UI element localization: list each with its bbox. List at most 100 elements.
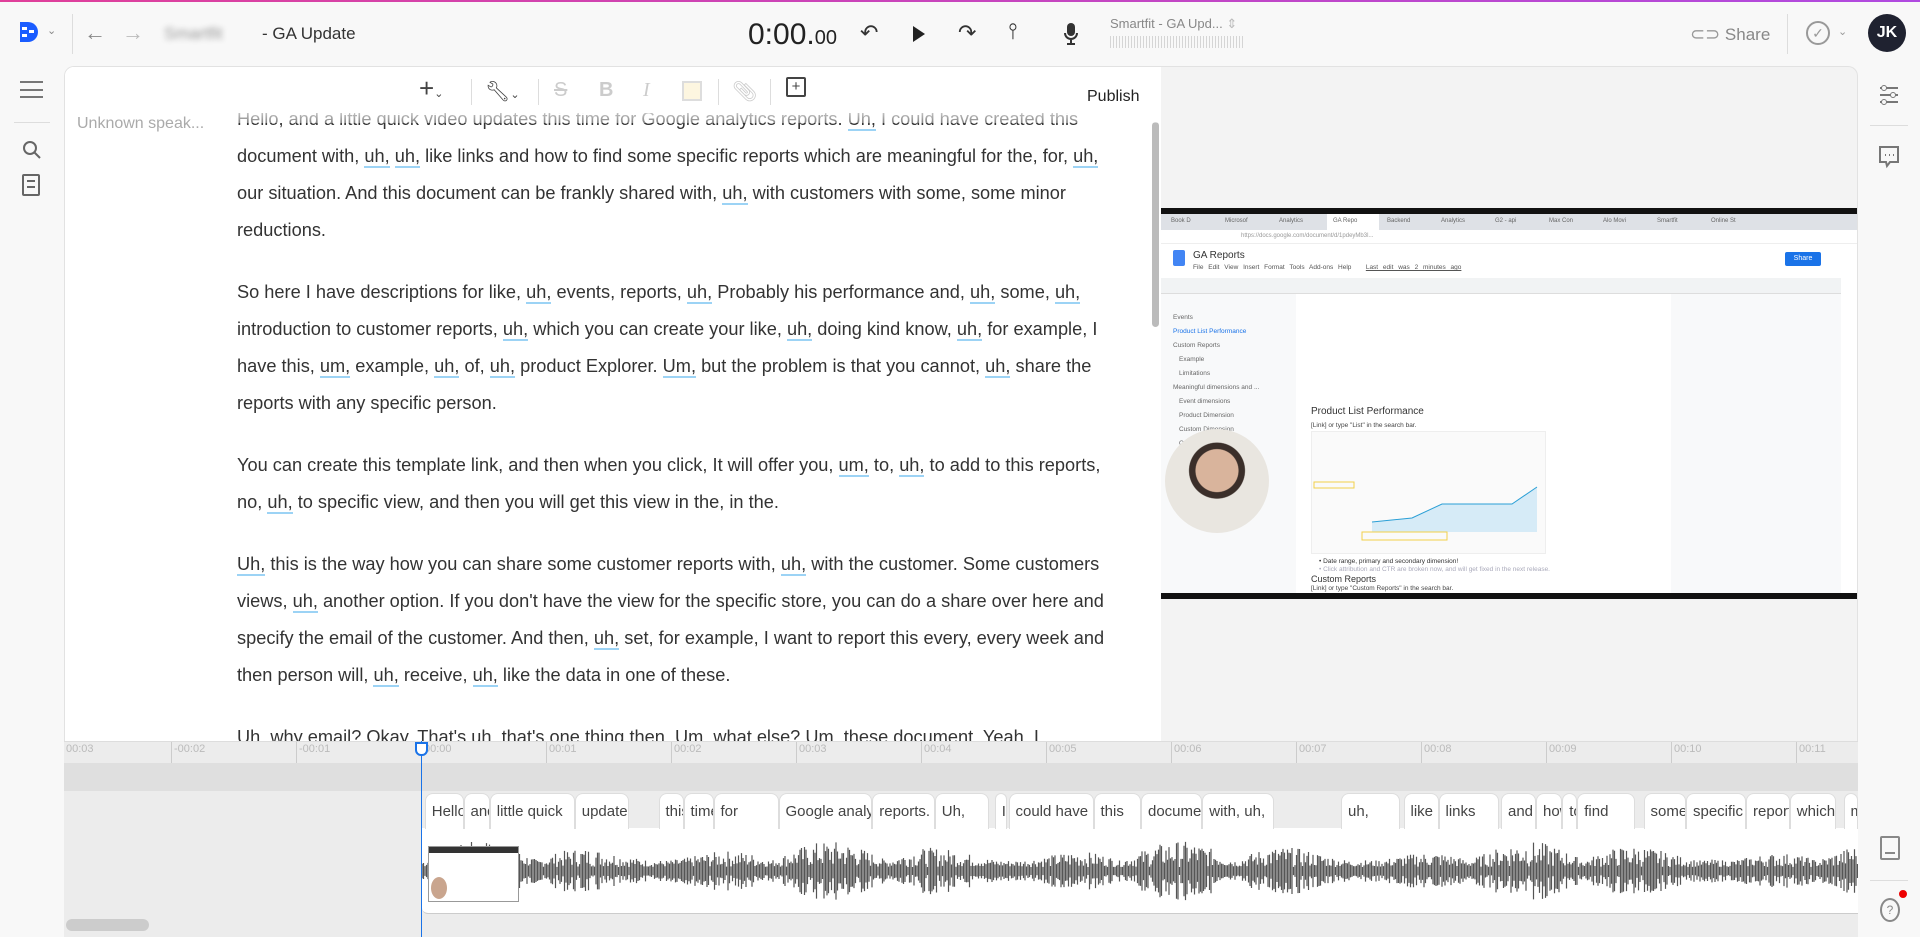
word-chip[interactable]: some <box>1643 793 1686 829</box>
project-selector[interactable]: Smartfit - GA Upd... ⇕ <box>1110 16 1237 32</box>
word-chip[interactable]: Uh, <box>934 793 989 829</box>
avatar[interactable]: JK <box>1868 14 1906 52</box>
transcript-paragraph[interactable]: Uh, why email? Okay. That's uh, that's o… <box>237 719 1107 741</box>
filler-word[interactable]: Um, <box>662 356 697 378</box>
filler-word[interactable]: uh, <box>970 282 996 304</box>
word-chip[interactable]: with, uh, <box>1202 793 1274 829</box>
transcript-segment[interactable]: events, reports, <box>551 282 686 302</box>
word-chip[interactable]: meaningful <box>1843 793 1858 829</box>
transcript-segment[interactable]: this is the way how you can share some c… <box>265 554 781 574</box>
transcript-segment[interactable]: like links and how to find some specific… <box>420 146 1073 166</box>
filler-word[interactable]: uh, <box>434 356 460 378</box>
add-comment-icon[interactable]: + <box>786 77 806 97</box>
filler-word[interactable]: uh, <box>1073 146 1099 168</box>
transcript-paragraph[interactable]: Hello, and a little quick video updates … <box>237 103 1107 249</box>
transcript-segment[interactable]: like the data in one of these. <box>498 665 731 685</box>
word-chip[interactable]: and <box>463 793 490 829</box>
word-chip[interactable]: document <box>1141 793 1203 829</box>
transcript-segment[interactable]: So here I have descriptions for like, <box>237 282 526 302</box>
filler-word[interactable]: uh, <box>364 146 390 168</box>
filler-word[interactable]: uh, <box>472 665 498 687</box>
filler-word[interactable]: uh, <box>502 319 529 341</box>
mic-icon[interactable] <box>1063 22 1079 51</box>
filler-word[interactable]: uh, <box>489 356 516 378</box>
time-ruler[interactable]: 00:03 -00:02 -00:01 00:00 00:01 00:02 00:03 00:… <box>64 741 1858 764</box>
timeline-scrollbar[interactable] <box>66 919 149 931</box>
word-chip[interactable]: could have <box>1008 793 1094 829</box>
video-preview[interactable]: Book D Microsof Analytics GA Repo Backend Ana… <box>1161 208 1857 599</box>
word-chip[interactable]: I <box>994 793 1008 829</box>
transcript-scroll-area[interactable]: Unknown speak... Hello, and a little qui… <box>65 103 1161 741</box>
menu-icon[interactable] <box>20 81 43 98</box>
transcript-segment[interactable]: example, <box>350 356 434 376</box>
playhead[interactable] <box>421 741 422 937</box>
transcript-segment[interactable]: to specific view, and then you will get … <box>293 492 779 512</box>
transcript-segment[interactable]: but the problem is that you cannot, <box>696 356 985 376</box>
word-chip[interactable]: specific <box>1686 793 1746 829</box>
help-icon[interactable]: ? <box>1880 898 1900 922</box>
filler-word[interactable]: uh, <box>292 591 318 613</box>
word-chip[interactable]: this <box>658 793 684 829</box>
transcript-segment[interactable]: doing kind know, <box>812 319 957 339</box>
filler-word[interactable]: uh, <box>786 319 813 341</box>
arrow-left-icon[interactable]: ← <box>84 22 106 44</box>
transcript-segment[interactable]: introduction to customer reports, <box>237 319 503 339</box>
word-chip[interactable]: reports <box>1746 793 1790 829</box>
word-chip[interactable]: which <box>1789 793 1836 829</box>
publish-button[interactable]: Publish <box>1087 88 1139 106</box>
speaker-label[interactable]: Unknown speak... <box>77 115 204 133</box>
transcript-segment[interactable]: of, <box>459 356 489 376</box>
transcript-segment[interactable]: to, <box>869 455 899 475</box>
filler-word[interactable]: uh, <box>373 665 399 687</box>
word-chip[interactable]: reports. <box>872 793 935 829</box>
split-icon[interactable]: ⫯ <box>1008 20 1018 42</box>
word-chip[interactable]: like <box>1403 793 1439 829</box>
word-chip[interactable]: find <box>1577 793 1635 829</box>
word-chip[interactable]: Hello, <box>424 793 464 829</box>
transcript-segment[interactable]: product Explorer. <box>515 356 663 376</box>
add-icon[interactable]: +⌄ <box>419 73 443 104</box>
word-chip[interactable]: how <box>1536 793 1563 829</box>
transcript-segment[interactable]: You can create this template link, and t… <box>237 455 839 475</box>
transcript-segment[interactable] <box>390 146 395 166</box>
filler-word[interactable]: uh, <box>593 628 620 650</box>
word-chip[interactable]: links <box>1438 793 1499 829</box>
chevron-down-icon[interactable]: ⌄ <box>47 26 56 37</box>
search-icon[interactable] <box>22 140 42 165</box>
filler-word[interactable]: Uh, <box>237 554 266 576</box>
arrow-right-icon[interactable]: → <box>122 22 144 44</box>
transcript-paragraph[interactable]: Uh, this is the way how you can share so… <box>237 546 1107 694</box>
transcript-segment[interactable]: Uh, why email? Okay. That's uh, that's o… <box>237 727 1039 741</box>
filler-word[interactable]: uh, <box>985 356 1011 378</box>
filler-word[interactable]: uh, <box>722 183 748 205</box>
timeline[interactable]: 00:03 -00:02 -00:01 00:00 00:01 00:02 00:03 00:… <box>64 741 1859 937</box>
waveform-track[interactable] <box>421 828 1859 914</box>
bold-icon[interactable]: B <box>599 79 613 102</box>
word-chip[interactable]: update <box>574 793 629 829</box>
transcript-segment[interactable]: Probably his performance and, <box>712 282 970 302</box>
word-chip[interactable]: for <box>713 793 779 829</box>
filler-word[interactable]: uh, <box>526 282 552 304</box>
filler-word[interactable]: uh, <box>1054 282 1081 304</box>
transcript-segment[interactable]: our situation. And this document can be … <box>237 183 722 203</box>
panel-icon[interactable] <box>1880 836 1900 860</box>
play-icon[interactable] <box>913 26 925 42</box>
forward-icon[interactable]: ↷ <box>958 22 976 44</box>
project-name[interactable]: Smartfit <box>164 24 223 44</box>
word-chip[interactable]: to <box>1562 793 1578 829</box>
italic-icon[interactable]: I <box>643 79 650 102</box>
transcript-paragraph[interactable]: So here I have descriptions for like, uh… <box>237 274 1107 422</box>
transcript-segment[interactable]: some, <box>995 282 1055 302</box>
filler-word[interactable]: uh, <box>686 282 713 304</box>
transcript-segment[interactable]: receive, <box>399 665 473 685</box>
word-chip[interactable]: time <box>683 793 714 829</box>
filler-word[interactable]: um, <box>838 455 869 477</box>
playhead-handle[interactable] <box>415 742 428 756</box>
transcript-paragraph[interactable]: You can create this template link, and t… <box>237 447 1107 521</box>
wrench-icon[interactable]: 🔧︎⌄ <box>485 79 520 104</box>
comment-icon[interactable] <box>1878 145 1900 174</box>
highlight-icon[interactable] <box>682 81 702 101</box>
filler-word[interactable]: uh, <box>394 146 421 168</box>
word-chip[interactable]: and <box>1501 793 1536 829</box>
word-chip[interactable]: little quick <box>489 793 575 829</box>
